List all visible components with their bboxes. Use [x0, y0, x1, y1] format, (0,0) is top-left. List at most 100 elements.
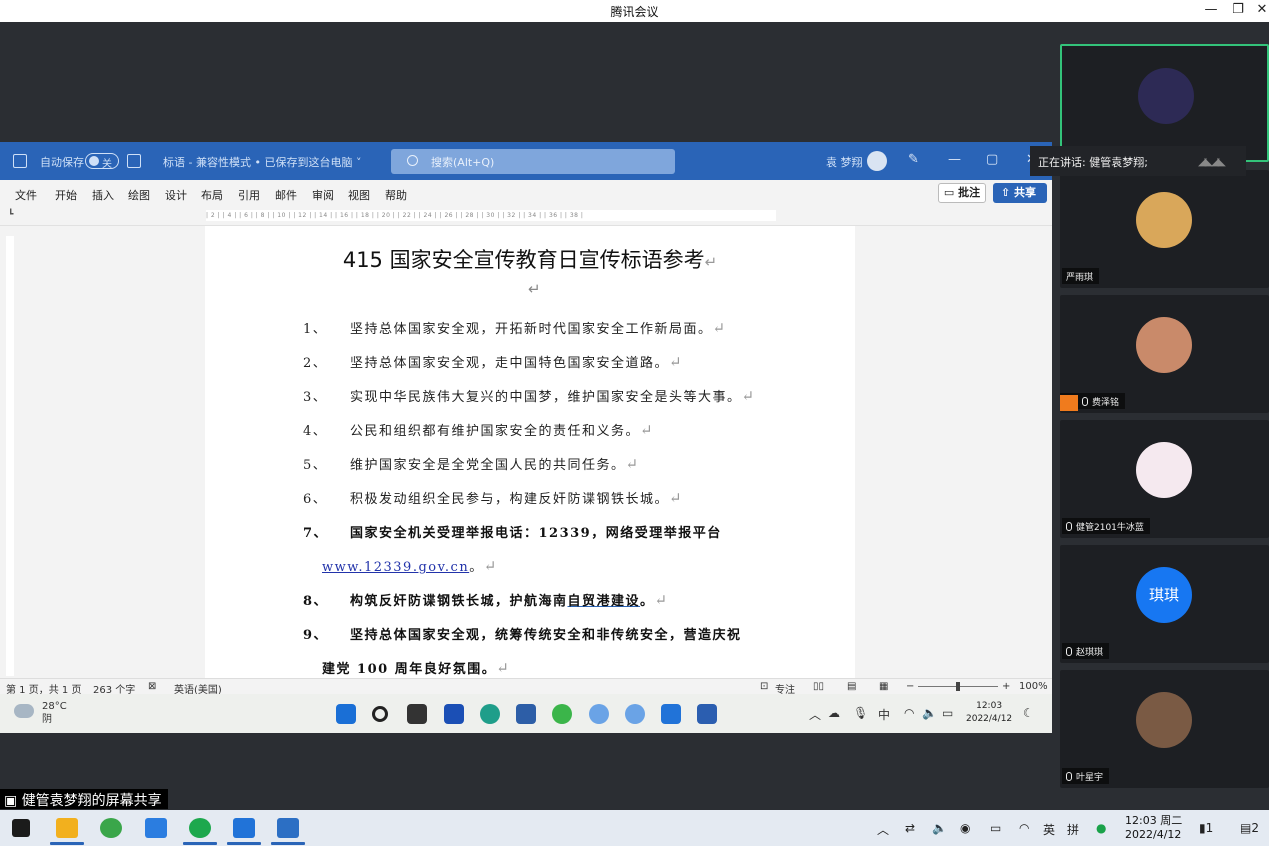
- print-layout-icon[interactable]: ▤: [847, 681, 856, 692]
- antivirus-icon[interactable]: ◉: [960, 821, 970, 835]
- photos-icon[interactable]: [277, 818, 299, 838]
- ime-indicator[interactable]: 中: [878, 706, 890, 723]
- word-minimize-icon[interactable]: —: [948, 152, 961, 167]
- ime-language[interactable]: 英: [1043, 821, 1055, 838]
- ie-icon[interactable]: [100, 818, 122, 838]
- zoom-out-icon[interactable]: −: [906, 681, 914, 692]
- wechat-icon[interactable]: [552, 704, 572, 724]
- zoom-slider[interactable]: [918, 682, 998, 691]
- volume-icon[interactable]: 🔈: [922, 706, 937, 720]
- autosave-toggle[interactable]: 关: [85, 153, 119, 170]
- tab-draw[interactable]: 绘图: [128, 187, 150, 203]
- item-text: 构筑反奸防谍钢铁长城，护航海南: [350, 594, 568, 609]
- word-titlebar: 自动保存 关 标语 - 兼容性模式 • 已保存到这台电脑 ˅ 搜索(Alt+Q)…: [0, 142, 1052, 180]
- windows-start-icon[interactable]: [12, 819, 30, 837]
- word-taskbar-icon[interactable]: [697, 704, 717, 724]
- onedrive-icon[interactable]: ☁: [828, 706, 840, 720]
- file-explorer-icon[interactable]: [56, 818, 78, 838]
- network-adapter-icon[interactable]: ⇄: [905, 821, 915, 835]
- chevron-up-icon[interactable]: ︿: [809, 706, 821, 723]
- read-mode-icon[interactable]: ▯▯: [813, 681, 824, 692]
- host-clock[interactable]: 12:03 周二 2022/4/12: [1125, 814, 1182, 842]
- participant-tile[interactable]: 严雨琪: [1060, 170, 1269, 288]
- notification-icon[interactable]: ▤2: [1240, 821, 1259, 835]
- participant-avatar: [1136, 692, 1192, 748]
- search-placeholder: 搜索(Alt+Q): [431, 156, 495, 169]
- baidu-netdisk-icon[interactable]: [589, 704, 609, 724]
- tab-review[interactable]: 审阅: [312, 187, 334, 203]
- tencent-meeting-icon[interactable]: [233, 818, 255, 838]
- volume-icon[interactable]: 🔈: [932, 821, 947, 835]
- participant-tile[interactable]: [1060, 44, 1269, 162]
- ime-mode[interactable]: 拼: [1067, 821, 1079, 838]
- tab-references[interactable]: 引用: [238, 187, 260, 203]
- close-button[interactable]: ✕: [1248, 0, 1269, 22]
- tab-home[interactable]: 开始: [55, 187, 77, 203]
- tab-stop-icon[interactable]: ┗: [8, 210, 13, 220]
- item-text-underlined: 自贸港建设: [567, 594, 641, 609]
- store-icon[interactable]: [516, 704, 536, 724]
- start-icon[interactable]: [336, 704, 356, 724]
- speaking-indicator: 正在讲话: 健管袁梦翔; ◢◣◢◣: [1030, 146, 1246, 176]
- participant-tile[interactable]: 琪琪 赵琪琪: [1060, 545, 1269, 663]
- focus-icon[interactable]: ⊡: [760, 681, 768, 692]
- zoom-in-icon[interactable]: +: [1002, 681, 1010, 692]
- share-icon: ⇧: [1001, 186, 1015, 199]
- user-avatar-icon[interactable]: [867, 151, 887, 171]
- list-item-continuation: www.12339.gov.cn。↵: [322, 556, 498, 575]
- proofing-icon[interactable]: ⊠: [148, 681, 156, 692]
- temperature: 28°C: [42, 701, 67, 712]
- paragraph-mark: ↵: [483, 557, 498, 575]
- dingtalk-icon[interactable]: [145, 818, 167, 838]
- minimize-button[interactable]: —: [1197, 0, 1225, 22]
- task-view-icon[interactable]: [407, 704, 427, 724]
- save-icon[interactable]: [127, 154, 141, 168]
- participant-tile[interactable]: 费泽铭: [1060, 295, 1269, 413]
- battery-icon[interactable]: ▭: [942, 706, 953, 720]
- lenovo-icon[interactable]: [444, 704, 464, 724]
- battery-icon[interactable]: ▭: [990, 821, 1001, 835]
- chevron-up-icon[interactable]: ︿: [877, 821, 889, 838]
- comment-button[interactable]: ▭ 批注: [938, 183, 986, 203]
- zoom-level[interactable]: 100%: [1019, 681, 1048, 692]
- list-item: 5、 维护国家安全是全党全国人民的共同任务。↵: [303, 454, 640, 473]
- microphone-muted-icon: [1066, 647, 1072, 656]
- zoom-slider-thumb[interactable]: [956, 682, 960, 691]
- share-button[interactable]: ⇧ 共享: [993, 183, 1047, 203]
- wifi-icon[interactable]: ◠: [1019, 821, 1029, 835]
- speaking-text: 正在讲话: 健管袁梦翔;: [1038, 156, 1148, 169]
- tab-layout[interactable]: 布局: [201, 187, 223, 203]
- tab-help[interactable]: 帮助: [385, 187, 407, 203]
- baidu-netdisk-icon-2[interactable]: [625, 704, 645, 724]
- tab-design[interactable]: 设计: [165, 187, 187, 203]
- doc-name[interactable]: 标语 - 兼容性模式 • 已保存到这台电脑 ˅: [163, 154, 361, 170]
- vertical-ruler[interactable]: [0, 226, 22, 678]
- item-number: 3、: [303, 390, 328, 405]
- search-icon[interactable]: [372, 706, 388, 722]
- toggle-knob-icon: [89, 156, 99, 166]
- edge-icon[interactable]: [480, 704, 500, 724]
- participant-tile[interactable]: 叶星宇: [1060, 670, 1269, 788]
- wifi-icon[interactable]: ◠: [904, 706, 914, 720]
- task-icon[interactable]: ▮1: [1199, 821, 1213, 835]
- tab-file[interactable]: 文件: [15, 187, 37, 203]
- moon-icon[interactable]: ☾: [1023, 706, 1034, 720]
- pen-icon[interactable]: ✎: [908, 152, 919, 167]
- tab-insert[interactable]: 插入: [92, 187, 114, 203]
- tab-mailings[interactable]: 邮件: [275, 187, 297, 203]
- search-box[interactable]: 搜索(Alt+Q): [391, 149, 675, 174]
- report-website-link[interactable]: www.12339.gov.cn: [322, 560, 469, 575]
- web-layout-icon[interactable]: ▦: [879, 681, 888, 692]
- tencent-meeting-icon[interactable]: [661, 704, 681, 724]
- microphone-muted-icon: [1082, 397, 1088, 406]
- tab-view[interactable]: 视图: [348, 187, 370, 203]
- wechat-tray-icon[interactable]: ●: [1096, 821, 1106, 835]
- horizontal-ruler[interactable]: ┗ | 2 | | 4 | | 6 | | 8 | | 10 | | 12 | …: [0, 206, 1052, 226]
- browser-icon[interactable]: [189, 818, 211, 838]
- microphone-icon[interactable]: 🎙: [853, 706, 868, 720]
- word-restore-icon[interactable]: ▢: [986, 152, 998, 167]
- participant-avatar: [1136, 442, 1192, 498]
- participant-tile[interactable]: 健管2101牛冰蓝: [1060, 420, 1269, 538]
- document-page[interactable]: 415 国家安全宣传教育日宣传标语参考↵ ↵ 1、 坚持总体国家安全观，开拓新时代…: [205, 226, 855, 678]
- taskbar-clock[interactable]: 12:03 2022/4/12: [966, 700, 1012, 726]
